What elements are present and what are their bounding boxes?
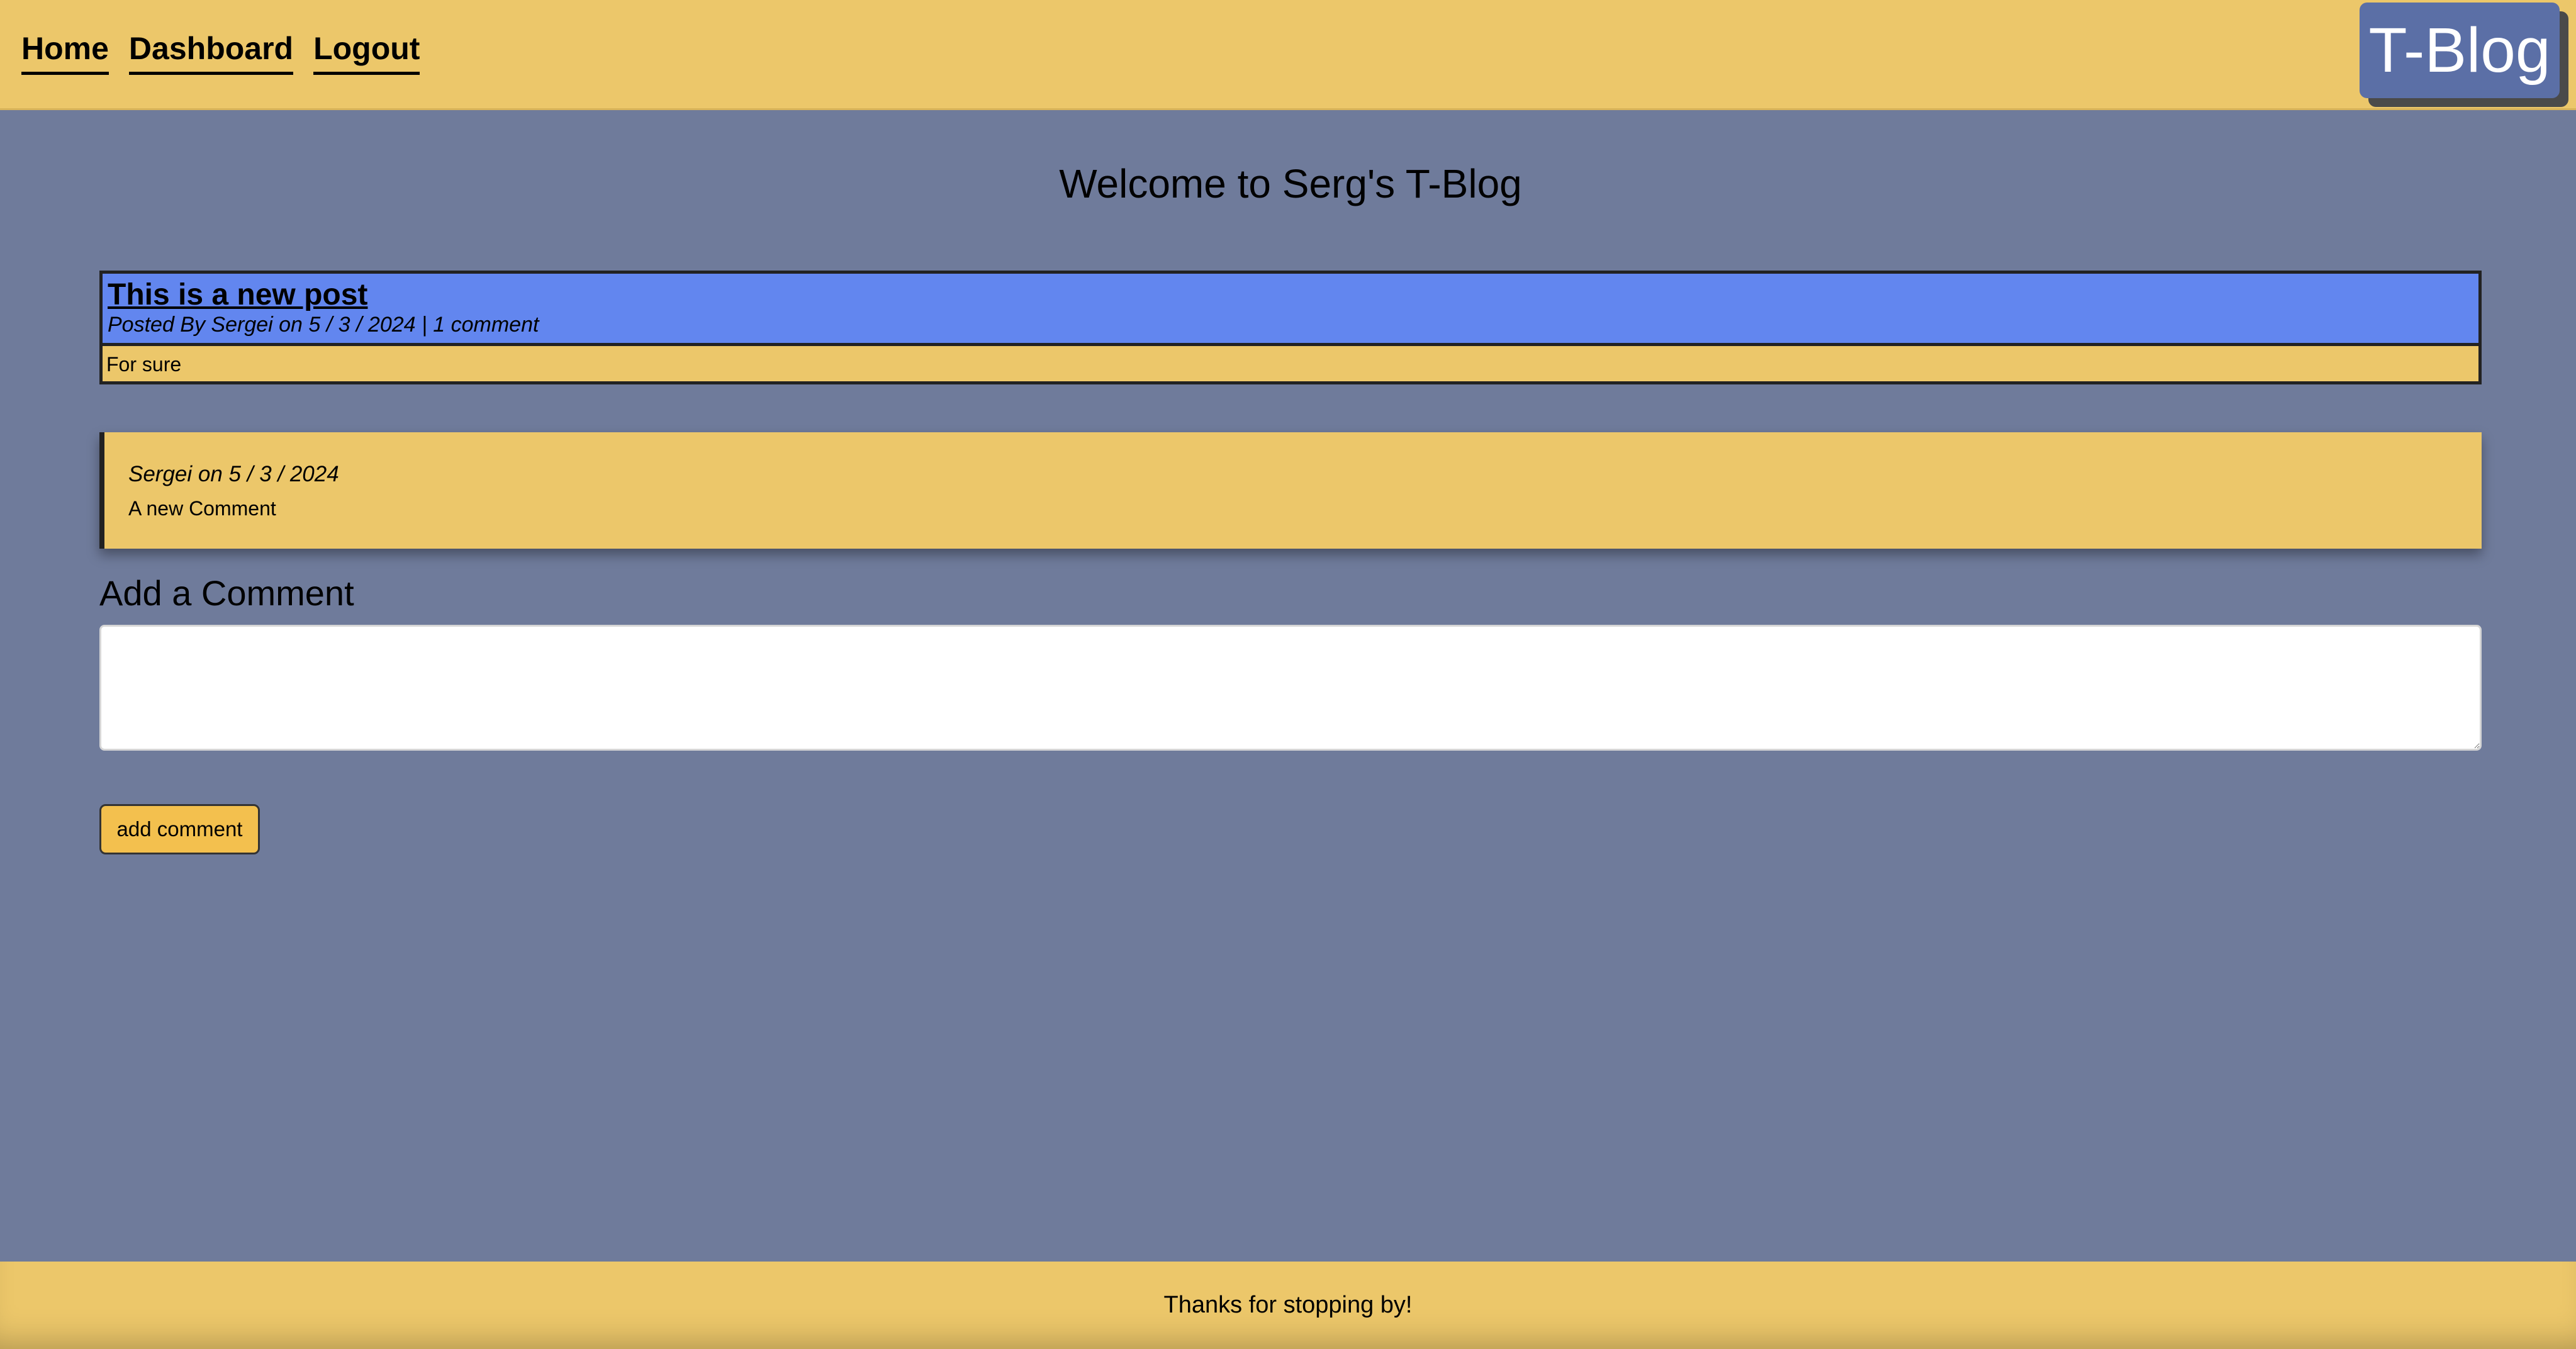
footer-text: Thanks for stopping by! (1163, 1292, 1413, 1318)
site-header: Home Dashboard Logout T-Blog (0, 0, 2576, 110)
site-footer: Thanks for stopping by! (0, 1262, 2576, 1349)
add-comment-button[interactable]: add comment (99, 804, 260, 854)
main-nav: Home Dashboard Logout (21, 33, 420, 75)
comment-card: Sergei on 5 / 3 / 2024 A new Comment (99, 432, 2482, 549)
post-header: This is a new post Posted By Sergei on 5… (103, 274, 2478, 346)
comment-textarea[interactable] (99, 625, 2482, 751)
post-body: For sure (103, 345, 2478, 382)
nav-dashboard-link[interactable]: Dashboard (128, 33, 294, 75)
comment-text: A new Comment (128, 497, 276, 520)
nav-home-link[interactable]: Home (21, 33, 109, 75)
nav-logout-link[interactable]: Logout (313, 33, 420, 75)
page-title: Welcome to Serg's T-Blog (1059, 161, 1522, 206)
add-comment-heading: Add a Comment (99, 573, 354, 613)
brand-logo[interactable]: T-Blog (2360, 3, 2560, 98)
comment-meta: Sergei on 5 / 3 / 2024 (128, 462, 339, 486)
post-card: This is a new post Posted By Sergei on 5… (99, 271, 2482, 385)
post-title-link[interactable]: This is a new post (108, 277, 2473, 312)
post-meta: Posted By Sergei on 5 / 3 / 2024 | 1 com… (108, 313, 539, 337)
